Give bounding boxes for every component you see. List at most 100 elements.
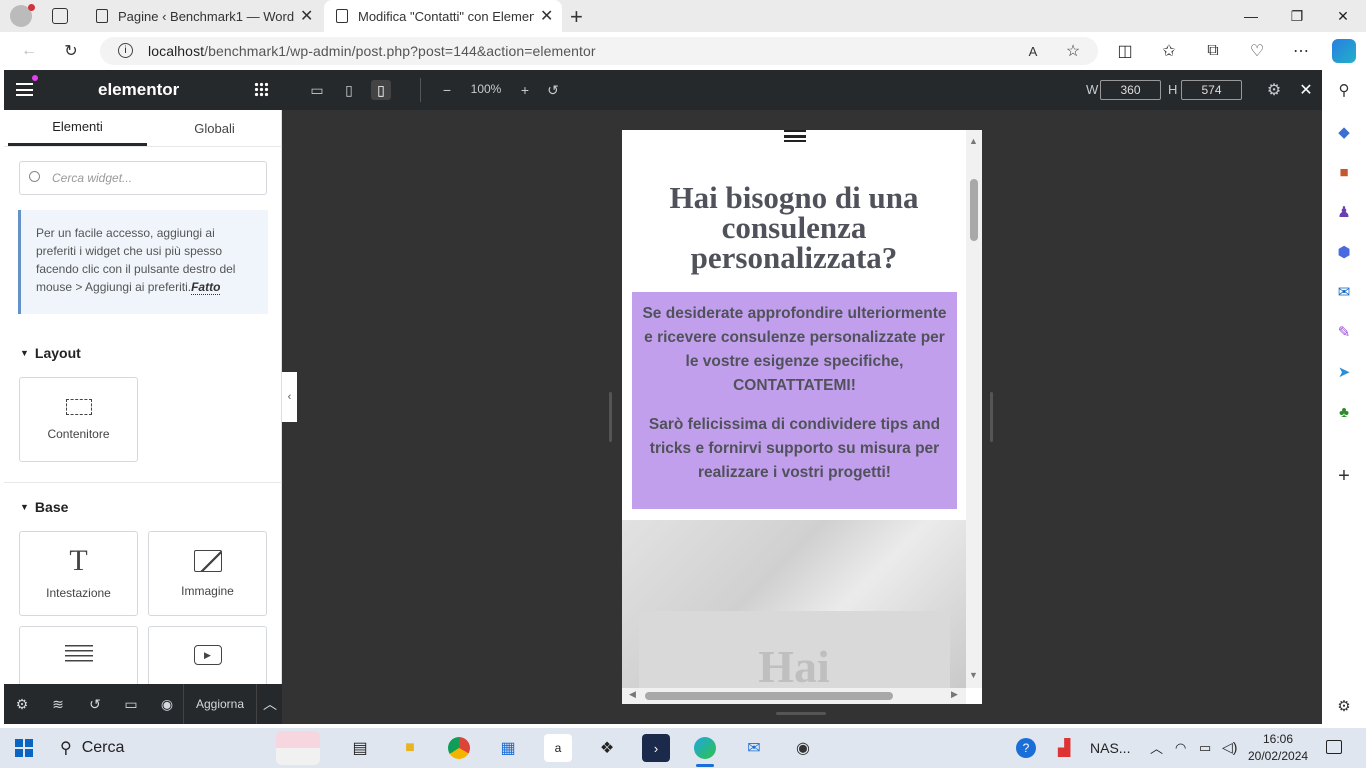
shopping-tag-icon[interactable]: ◆ [1334, 122, 1354, 142]
url-field[interactable]: localhost/benchmark1/wp-admin/post.php?p… [100, 37, 1098, 65]
dropbox-icon[interactable]: ❖ [593, 734, 621, 762]
scroll-down-arrow-icon[interactable]: ▼ [969, 670, 978, 680]
favorites-icon[interactable]: ✩ [1158, 40, 1180, 62]
volume-icon[interactable]: ◁) [1222, 739, 1237, 756]
close-window-icon[interactable]: ✕ [1320, 0, 1366, 32]
mail-icon[interactable]: ✉ [740, 734, 768, 762]
amazon-icon[interactable]: a [544, 734, 572, 762]
collections-icon[interactable]: ⧉ [1202, 40, 1224, 62]
section-base[interactable]: ▼ Base [20, 499, 68, 515]
close-icon[interactable]: ✕ [300, 6, 313, 26]
send-plane-icon[interactable]: ➤ [1334, 362, 1354, 382]
games-chess-icon[interactable]: ♟ [1334, 202, 1354, 222]
widget-image[interactable]: Immagine [148, 531, 267, 616]
close-preview-icon[interactable]: ✕ [1296, 80, 1316, 100]
copilot-icon[interactable] [1332, 39, 1356, 63]
clock-date[interactable]: 20/02/2024 [1248, 749, 1308, 763]
contact-paragraph-1: Se desiderate approfondire ulteriormente… [642, 305, 947, 394]
apps-grid-icon[interactable] [254, 82, 269, 97]
image-heading: Hai [758, 641, 830, 692]
reset-zoom-icon[interactable]: ↺ [543, 80, 563, 100]
chrome-icon[interactable] [445, 734, 473, 762]
navigator-layers-icon[interactable]: ≋ [48, 694, 68, 714]
preview-heading[interactable]: Hai bisogno di una consulenza personaliz… [640, 182, 948, 273]
designer-icon[interactable]: ✎ [1334, 322, 1354, 342]
resize-handle-right[interactable] [990, 392, 993, 442]
powershell-icon[interactable]: › [642, 734, 670, 762]
search-icon[interactable]: ⚲ [1334, 80, 1354, 100]
battery-icon[interactable]: ▭ [1199, 740, 1211, 756]
image-icon [193, 549, 222, 572]
widget-search-input[interactable]: Cerca widget... [19, 161, 267, 195]
preview-eye-icon[interactable]: ◉ [157, 694, 177, 714]
tab-globali[interactable]: Globali [145, 110, 284, 146]
scroll-right-arrow-icon[interactable]: ▶ [951, 689, 958, 700]
new-tab-icon[interactable]: + [570, 4, 583, 30]
split-screen-icon[interactable]: ◫ [1114, 40, 1136, 62]
favorite-star-icon[interactable]: ☆ [1062, 40, 1084, 62]
container-icon [65, 398, 92, 415]
clock-time[interactable]: 16:06 [1250, 732, 1306, 746]
update-button[interactable]: Aggiorna [183, 684, 257, 724]
caret-down-icon: ▼ [20, 348, 29, 358]
read-aloud-icon[interactable]: A [1022, 40, 1044, 62]
horizontal-scroll-thumb[interactable] [645, 692, 893, 700]
settings-gear-icon[interactable]: ⚙ [1264, 80, 1284, 100]
zoom-out-icon[interactable]: − [437, 80, 457, 100]
minimize-icon[interactable]: — [1228, 0, 1274, 32]
file-explorer-icon[interactable]: ■ [396, 734, 424, 762]
page-icon [336, 9, 348, 23]
tools-briefcase-icon[interactable]: ■ [1334, 162, 1354, 182]
zoom-in-icon[interactable]: + [515, 80, 535, 100]
tray-chevron-icon[interactable]: ︿ [1150, 738, 1163, 757]
outlook-icon[interactable]: ✉ [1334, 282, 1354, 302]
resize-handle-bottom[interactable] [776, 712, 826, 715]
back-icon[interactable]: ← [18, 40, 40, 62]
tip-done-link[interactable]: Fatto [191, 280, 221, 295]
nas-chart-icon[interactable]: ▟ [1058, 738, 1070, 758]
app-icon[interactable]: ◉ [789, 734, 817, 762]
desktop-view-icon[interactable]: ▭ [307, 80, 327, 100]
tab-actions-icon[interactable] [52, 8, 68, 24]
scroll-up-arrow-icon[interactable]: ▲ [969, 136, 978, 146]
section-divider [4, 482, 282, 483]
chevron-up-icon[interactable]: ︿ [260, 694, 280, 714]
vertical-scroll-thumb[interactable] [970, 179, 978, 241]
more-icon[interactable]: ⋯ [1290, 40, 1312, 62]
tree-icon[interactable]: ♣ [1334, 402, 1354, 422]
tab-elementi[interactable]: Elementi [8, 110, 147, 146]
help-icon[interactable]: ? [1016, 738, 1036, 758]
history-icon[interactable]: ↺ [85, 694, 105, 714]
settings-icon[interactable]: ⚙ [12, 694, 32, 714]
edge-browser-icon[interactable] [691, 734, 719, 762]
height-input[interactable]: 574 [1181, 80, 1242, 100]
refresh-icon[interactable]: ↻ [60, 40, 82, 62]
panel-collapse-icon[interactable]: ‹ [282, 372, 297, 422]
task-view-icon[interactable]: ▤ [346, 734, 374, 762]
copilot-hex-icon[interactable]: ⬢ [1334, 242, 1354, 262]
wifi-icon[interactable]: ◠ [1175, 740, 1186, 756]
responsive-mode-icon[interactable]: ▭ [121, 694, 141, 714]
sidebar-settings-icon[interactable]: ⚙ [1334, 696, 1354, 716]
resize-handle-left[interactable] [609, 392, 612, 442]
close-icon[interactable]: ✕ [540, 6, 553, 26]
browser-tab-pages[interactable]: Pagine ‹ Benchmark1 — WordPre ✕ [84, 0, 322, 32]
zoom-level: 100% [470, 82, 502, 96]
section-layout[interactable]: ▼ Layout [20, 345, 81, 361]
width-input[interactable]: 360 [1100, 80, 1161, 100]
scroll-left-arrow-icon[interactable]: ◀ [629, 689, 636, 700]
add-sidebar-icon[interactable]: + [1334, 465, 1354, 487]
microsoft-store-icon[interactable]: ▦ [494, 734, 522, 762]
menu-hamburger-mid [16, 88, 33, 91]
section-base-title: Base [34, 499, 69, 515]
restore-icon[interactable]: ❐ [1274, 0, 1320, 32]
browser-essentials-icon[interactable]: ♡ [1246, 40, 1268, 62]
info-icon[interactable]: i [118, 43, 133, 58]
windows-start-icon[interactable] [15, 739, 33, 757]
browser-tab-elementor[interactable]: Modifica "Contatti" con Element ✕ [324, 0, 562, 32]
tablet-view-icon[interactable]: ▯ [339, 80, 359, 100]
notification-center-icon[interactable] [1326, 740, 1342, 754]
widget-heading[interactable]: T Intestazione [19, 531, 138, 616]
widget-container[interactable]: Contenitore [19, 377, 138, 462]
mobile-view-icon[interactable]: ▯ [371, 80, 391, 100]
